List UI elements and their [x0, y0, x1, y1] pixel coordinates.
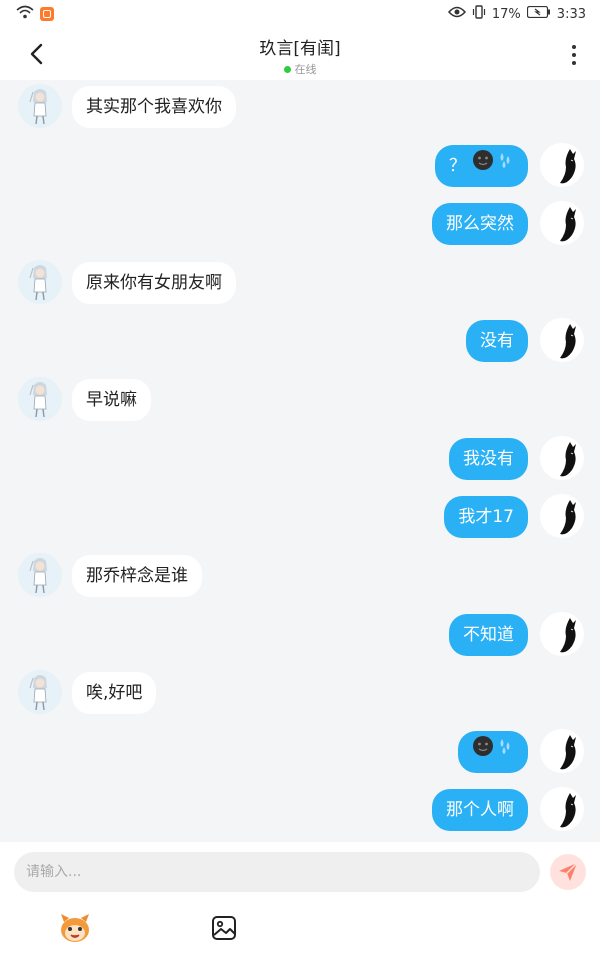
sent-message-bubble[interactable]: 没有 [466, 320, 528, 362]
message-row: 我没有 [0, 434, 600, 482]
message-row: 其实那个我喜欢你 [0, 82, 600, 130]
message-row: ？ [0, 141, 600, 189]
presence-status: 在线 [150, 61, 450, 77]
eye-icon [447, 6, 466, 22]
my-avatar[interactable] [540, 436, 584, 480]
image-picker-icon [212, 916, 236, 940]
sent-message-bubble[interactable]: 我才17 [444, 496, 528, 538]
sent-message-bubble[interactable]: ？ [435, 145, 528, 187]
send-button[interactable] [550, 854, 586, 890]
message-text: 我没有 [463, 449, 514, 469]
message-text: 原来你有女朋友啊 [86, 273, 222, 293]
sent-message-bubble[interactable]: 那个人啊 [432, 789, 528, 831]
emoji-icon [472, 145, 514, 187]
message-row: 原来你有女朋友啊 [0, 258, 600, 306]
contact-avatar[interactable] [18, 377, 62, 421]
chat-header: 玖言[有闺] 在线 [0, 28, 600, 80]
sent-message-bubble[interactable]: 那么突然 [432, 203, 528, 245]
my-avatar[interactable] [540, 318, 584, 362]
battery-percent: 17% [491, 6, 521, 22]
message-text: 其实那个我喜欢你 [86, 97, 222, 117]
vibrate-icon [472, 5, 486, 23]
message-text: 那乔梓念是谁 [86, 566, 188, 586]
presence-label: 在线 [294, 63, 317, 76]
clock: 3:33 [556, 6, 586, 22]
message-text: 不知道 [463, 625, 514, 645]
contact-avatar[interactable] [18, 84, 62, 128]
message-text: 那么突然 [446, 214, 514, 234]
online-dot-icon [283, 65, 291, 73]
contact-name: 玖言[有闺] [259, 39, 341, 59]
message-row: 没有 [0, 316, 600, 364]
contact-avatar[interactable] [18, 670, 62, 714]
back-button[interactable] [20, 38, 52, 70]
message-row: 唉,好吧 [0, 668, 600, 716]
sent-message-bubble[interactable] [458, 731, 528, 773]
input-area [0, 842, 600, 960]
app-notification-icon [40, 7, 54, 21]
message-row: 那个人啊 [0, 785, 600, 833]
my-avatar[interactable] [540, 494, 584, 538]
sent-message-bubble[interactable]: 我没有 [449, 438, 528, 480]
my-avatar[interactable] [540, 612, 584, 656]
received-message-bubble[interactable]: 唉,好吧 [72, 672, 157, 714]
received-message-bubble[interactable]: 原来你有女朋友啊 [72, 262, 236, 304]
message-row: 那么突然 [0, 199, 600, 247]
message-text: 唉,好吧 [86, 683, 143, 703]
message-row: 我才17 [0, 492, 600, 540]
battery-icon [526, 5, 551, 22]
message-row [0, 727, 600, 775]
message-row: 那乔梓念是谁 [0, 551, 600, 599]
message-list[interactable]: 其实那个我喜欢你 ？ 那么突然 原来你有女朋友啊 没有 早说嘛 我没有 我才17… [0, 80, 600, 842]
message-text: 早说嘛 [86, 390, 137, 410]
my-avatar[interactable] [540, 201, 584, 245]
my-avatar[interactable] [540, 729, 584, 773]
chat-title-area: 玖言[有闺] 在线 [150, 34, 450, 77]
message-text: 没有 [480, 331, 514, 351]
contact-avatar[interactable] [18, 553, 62, 597]
message-text: ？ [449, 156, 466, 176]
message-text: 那个人啊 [446, 800, 514, 820]
more-vertical-icon [572, 45, 576, 49]
my-avatar[interactable] [540, 143, 584, 187]
received-message-bubble[interactable]: 那乔梓念是谁 [72, 555, 202, 597]
more-options-button[interactable] [562, 40, 586, 70]
status-bar: 17% 3:33 [0, 0, 600, 28]
sent-message-bubble[interactable]: 不知道 [449, 614, 528, 656]
message-row: 早说嘛 [0, 375, 600, 423]
message-text: 我才17 [458, 507, 514, 527]
wifi-icon [16, 5, 34, 23]
chevron-left-icon [30, 43, 43, 65]
mascot-sticker-icon [61, 914, 89, 942]
my-avatar[interactable] [540, 787, 584, 831]
received-message-bubble[interactable]: 其实那个我喜欢你 [72, 86, 236, 128]
image-button[interactable] [206, 910, 242, 946]
contact-avatar[interactable] [18, 260, 62, 304]
message-input[interactable] [14, 852, 540, 892]
message-row: 不知道 [0, 610, 600, 658]
emoji-icon [472, 731, 514, 773]
received-message-bubble[interactable]: 早说嘛 [72, 379, 151, 421]
send-icon [559, 862, 578, 881]
sticker-button[interactable] [57, 910, 93, 946]
